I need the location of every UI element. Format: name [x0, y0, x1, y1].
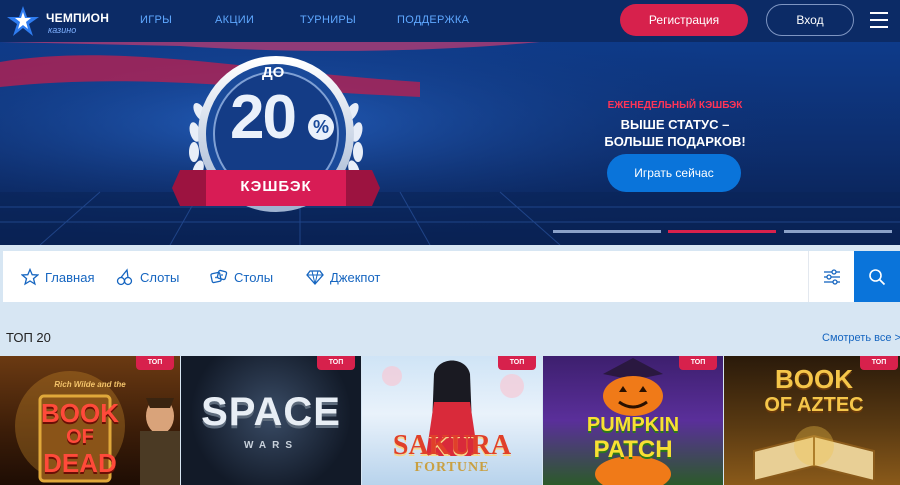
nav-tournaments[interactable]: ТУРНИРЫ	[300, 14, 356, 26]
category-slots[interactable]: Слоты	[116, 268, 179, 286]
category-jackpot-label: Джекпот	[330, 269, 381, 285]
cashback-percent: %	[308, 114, 334, 140]
logo-title: ЧЕМПИОН	[46, 11, 110, 25]
game-tile-space-wars[interactable]: SPACE WARS ТОП	[181, 356, 361, 485]
slide-indicator-1[interactable]	[553, 230, 661, 233]
category-tables-label: Столы	[234, 269, 274, 285]
game-title-line: DEAD	[43, 448, 117, 478]
category-home[interactable]: Главная	[21, 268, 94, 286]
game-title-line: SAKURA	[392, 430, 512, 461]
see-all-link[interactable]: Смотреть все >	[822, 332, 900, 344]
game-subtitle: Rich Wilde and the	[54, 380, 126, 389]
nav-promotions[interactable]: АКЦИИ	[215, 14, 254, 26]
category-jackpot[interactable]: Джекпот	[306, 268, 380, 286]
logo-subtitle: казино	[48, 25, 77, 35]
game-tile-pumpkin-patch[interactable]: PUMPKIN PATCH ТОП	[543, 356, 723, 485]
category-tables[interactable]: Столы	[210, 268, 273, 286]
game-tile-sakura-fortune[interactable]: SAKURA FORTUNE ТОП	[362, 356, 542, 485]
section-title: ТОП 20	[6, 330, 51, 345]
promo-headline-line2: БОЛЬШЕ ПОДАРКОВ!	[604, 134, 746, 149]
slide-indicator-3[interactable]	[784, 230, 892, 233]
top-badge: ТОП	[136, 356, 174, 370]
cashback-prefix: ДО	[262, 64, 285, 81]
cashback-value: 20	[230, 83, 297, 152]
top-badge: ТОП	[498, 356, 536, 370]
game-title-line: PATCH	[593, 436, 673, 463]
top-header: ЧЕМПИОН казино ИГРЫ АКЦИИ ТУРНИРЫ ПОДДЕР…	[0, 0, 900, 42]
cherries-icon	[116, 268, 133, 286]
slide-indicator-2[interactable]	[668, 230, 776, 233]
category-home-label: Главная	[45, 269, 95, 285]
search-button[interactable]	[854, 251, 900, 302]
game-title-line: FORTUNE	[414, 460, 490, 475]
category-slots-label: Слоты	[140, 269, 180, 285]
nav-support[interactable]: ПОДДЕРЖКА	[397, 14, 469, 26]
promo-banner[interactable]: ДО 20 % КЭШБЭК ЕЖЕНЕДЕЛЬНЫЙ КЭШБЭК ВЫШЕ …	[0, 42, 900, 245]
category-bar: Главная Слоты Столы Джекпот	[3, 251, 900, 302]
game-tile-book-of-dead[interactable]: Rich Wilde and the BOOK OF DEAD ТОП	[0, 356, 180, 485]
star-logo-icon	[7, 6, 39, 36]
dice-icon	[210, 269, 228, 284]
game-title-line: OF	[66, 426, 94, 448]
filter-button[interactable]	[808, 251, 855, 302]
promo-headline-line1: ВЫШЕ СТАТУС –	[620, 117, 730, 132]
promo-kicker: ЕЖЕНЕДЕЛЬНЫЙ КЭШБЭК	[607, 100, 743, 111]
game-title-line: WARS	[244, 440, 298, 451]
cashback-ribbon-label: КЭШБЭК	[240, 178, 312, 195]
sliders-icon	[824, 268, 840, 285]
game-title-line: OF AZTEC	[764, 394, 864, 416]
top-badge: ТОП	[860, 356, 898, 370]
game-title-line: PUMPKIN	[586, 414, 680, 436]
star-icon	[21, 268, 39, 286]
login-button[interactable]: Вход	[766, 4, 854, 36]
top-badge: ТОП	[317, 356, 355, 370]
game-title-line: BOOK	[41, 398, 119, 428]
register-button[interactable]: Регистрация	[620, 4, 748, 36]
game-tile-book-of-aztec[interactable]: BOOK OF AZTEC ТОП	[724, 356, 900, 485]
diamond-icon	[306, 270, 324, 285]
game-title-line: SPACE	[201, 390, 341, 434]
logo[interactable]: ЧЕМПИОН казино	[6, 5, 126, 37]
search-icon	[869, 268, 886, 285]
promo-headline: ВЫШЕ СТАТУС – БОЛЬШЕ ПОДАРКОВ!	[560, 116, 790, 150]
nav-games[interactable]: ИГРЫ	[140, 14, 172, 26]
menu-icon[interactable]	[870, 12, 888, 28]
top-badge: ТОП	[679, 356, 717, 370]
play-now-button[interactable]: Играть сейчас	[607, 154, 741, 192]
